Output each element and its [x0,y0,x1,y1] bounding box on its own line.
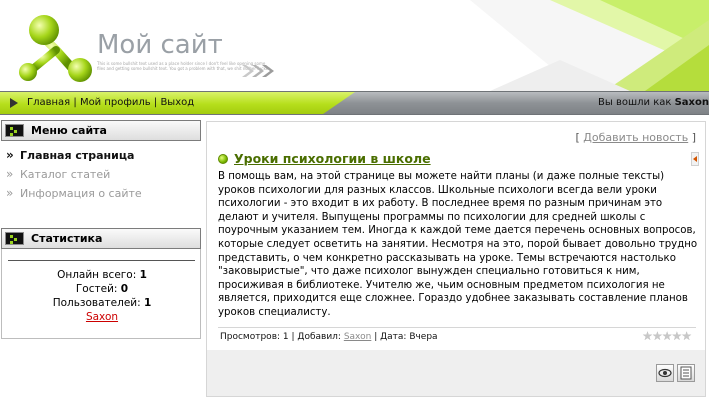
stats-divider [8,260,195,261]
stats-users-value: 1 [144,297,152,309]
print-icon[interactable] [677,364,695,382]
add-news-bracket-close: ] [688,131,696,144]
header-decoration [430,0,709,91]
stats-title: Статистика [31,232,103,245]
menu-block-title: Меню сайта [1,120,201,141]
menu-title: Меню сайта [31,124,107,137]
menu-item-info[interactable]: Информация о сайте [6,186,202,206]
post-divider [218,327,696,328]
nav-link-profile[interactable]: Мой профиль [80,97,151,108]
nav-separator: | [150,97,161,108]
author-link[interactable]: Saxon [344,332,372,342]
star-icon[interactable]: ★ [681,329,692,343]
menu-item-home[interactable]: Главная страница [6,148,202,168]
add-news: [ Добавить новость ] [575,131,696,144]
stats-online-label: Онлайн всего: [57,269,137,281]
sidebar: Меню сайта Главная страница Каталог стат… [0,120,202,339]
post-body: В помощь вам, на этой странице вы можете… [218,171,698,318]
stats-user-link[interactable]: Saxon [86,311,118,323]
add-news-link[interactable]: Добавить новость [583,131,688,144]
post-meta: Просмотров: 1 | Добавил: Saxon | Дата: В… [220,332,438,342]
star-icon[interactable]: ★ [652,329,663,343]
user-status: Вы вошли как Saxon [598,97,709,108]
post-title-link[interactable]: Уроки психологии в школе [234,151,431,166]
site-header: Мой сайт This is some bullshit text used… [0,0,709,91]
date-label: Дата: [380,332,407,342]
stats-guests-value: 0 [120,283,129,295]
nav-link-home[interactable]: Главная [27,97,70,108]
menu-bullet-icon [5,232,24,245]
views-label: Просмотров: [220,332,281,342]
nav-arrow-icon [10,98,18,108]
stats-lines: Онлайн всего: 1 Гостей: 0 Пользователей:… [2,268,202,324]
site-title: Мой сайт [97,30,223,60]
view-icon[interactable] [656,364,674,382]
top-nav-bar: Главная | Мой профиль | Выход Вы вошли к… [0,91,709,115]
menu-bullet-icon [5,124,24,137]
scroll-arrow-icon[interactable] [691,152,699,166]
stats-users-label: Пользователей: [52,297,141,309]
user-status-name[interactable]: Saxon [675,97,709,108]
menu-item-catalog[interactable]: Каталог статей [6,167,202,187]
header-arrows-icon [242,65,274,77]
post-toolbar [207,350,705,396]
date-value: Вчера [409,332,438,342]
main-content: [ Добавить новость ] Уроки психологии в … [206,121,706,397]
views-value: 1 [282,332,289,342]
green-dot-icon [218,154,228,164]
nav-links: Главная | Мой профиль | Выход [27,97,194,108]
stats-online: Онлайн всего: 1 [2,268,202,282]
stats-panel: Онлайн всего: 1 Гостей: 0 Пользователей:… [1,249,201,339]
stats-users: Пользователей: 1 [2,296,202,310]
stats-block-title: Статистика [1,228,201,249]
logo-mark-icon [19,15,92,82]
star-icon[interactable]: ★ [642,329,653,343]
star-icon[interactable]: ★ [662,329,673,343]
stats-guests-label: Гостей: [75,283,118,295]
user-status-prefix: Вы вошли как [598,97,672,108]
site-menu: Главная страница Каталог статей Информац… [0,141,202,228]
added-label: Добавил: [297,332,341,342]
star-icon[interactable]: ★ [671,329,682,343]
nav-separator: | [70,97,80,108]
stats-guests: Гостей: 0 [2,282,202,296]
nav-link-logout[interactable]: Выход [160,97,194,108]
rating-stars[interactable]: ★★★★★ [642,329,692,343]
stats-online-value: 1 [139,269,147,281]
